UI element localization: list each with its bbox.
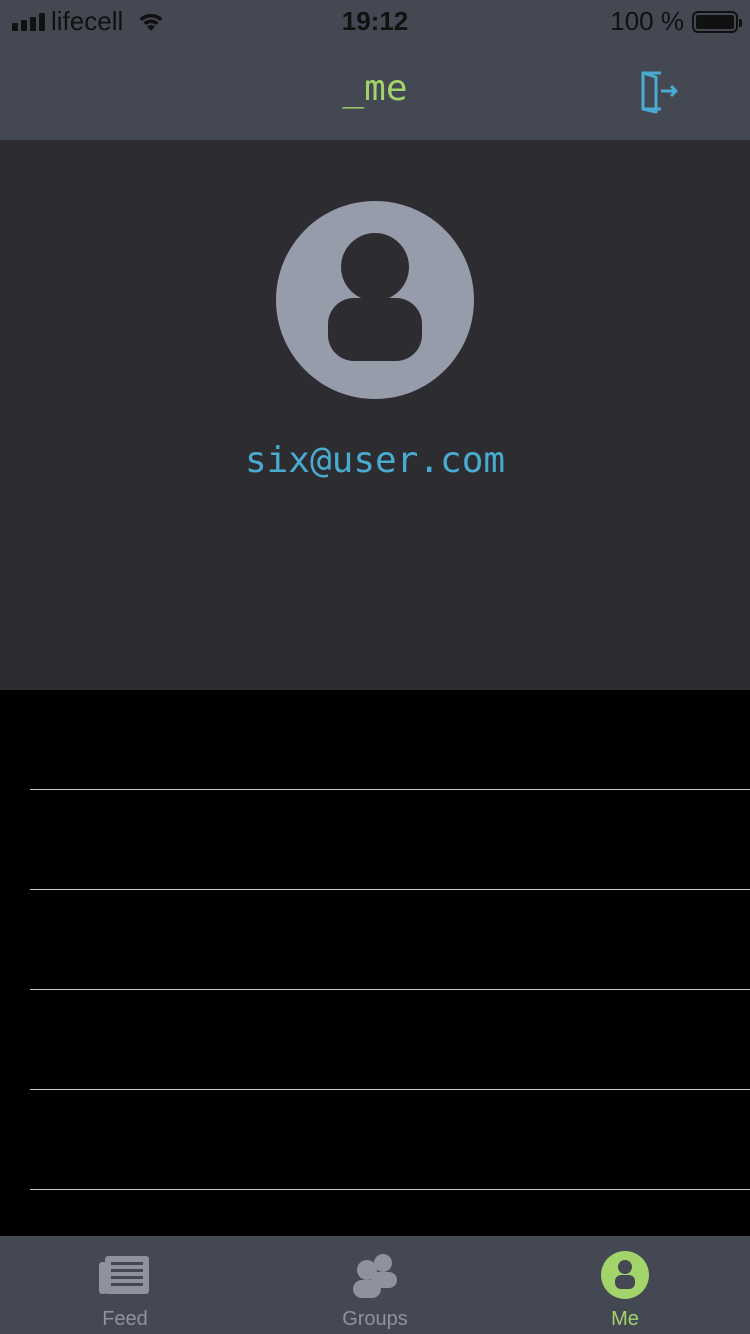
tab-bar: Feed Groups Me: [0, 1236, 750, 1334]
list-item[interactable]: [0, 890, 750, 990]
battery-indicator: 100 %: [610, 6, 742, 37]
logout-button[interactable]: [636, 68, 682, 114]
tab-label: Me: [611, 1308, 639, 1330]
list-item[interactable]: [0, 1090, 750, 1190]
row-divider: [30, 1189, 750, 1190]
avatar[interactable]: [276, 201, 474, 399]
list-item[interactable]: [0, 990, 750, 1090]
newspaper-icon: [99, 1256, 149, 1294]
status-bar: lifecell 19:12 100 %: [0, 0, 750, 40]
tab-feed[interactable]: Feed: [0, 1236, 250, 1334]
group-icon: [353, 1254, 397, 1298]
user-circle-icon: [601, 1251, 649, 1299]
logout-icon: [641, 71, 678, 114]
list-item[interactable]: [0, 690, 750, 790]
user-email: six@user.com: [244, 440, 506, 481]
tab-groups[interactable]: Groups: [250, 1236, 500, 1334]
profile-list: [0, 690, 750, 1236]
tab-me[interactable]: Me: [500, 1236, 750, 1334]
list-item[interactable]: [0, 790, 750, 890]
navigation-bar: _me: [0, 40, 750, 140]
user-icon: [328, 233, 422, 361]
profile-header: six@user.com: [0, 140, 750, 690]
tab-label: Feed: [102, 1308, 148, 1330]
tab-label: Groups: [342, 1308, 408, 1330]
battery-icon: [692, 10, 742, 33]
battery-percent: 100 %: [610, 6, 684, 36]
